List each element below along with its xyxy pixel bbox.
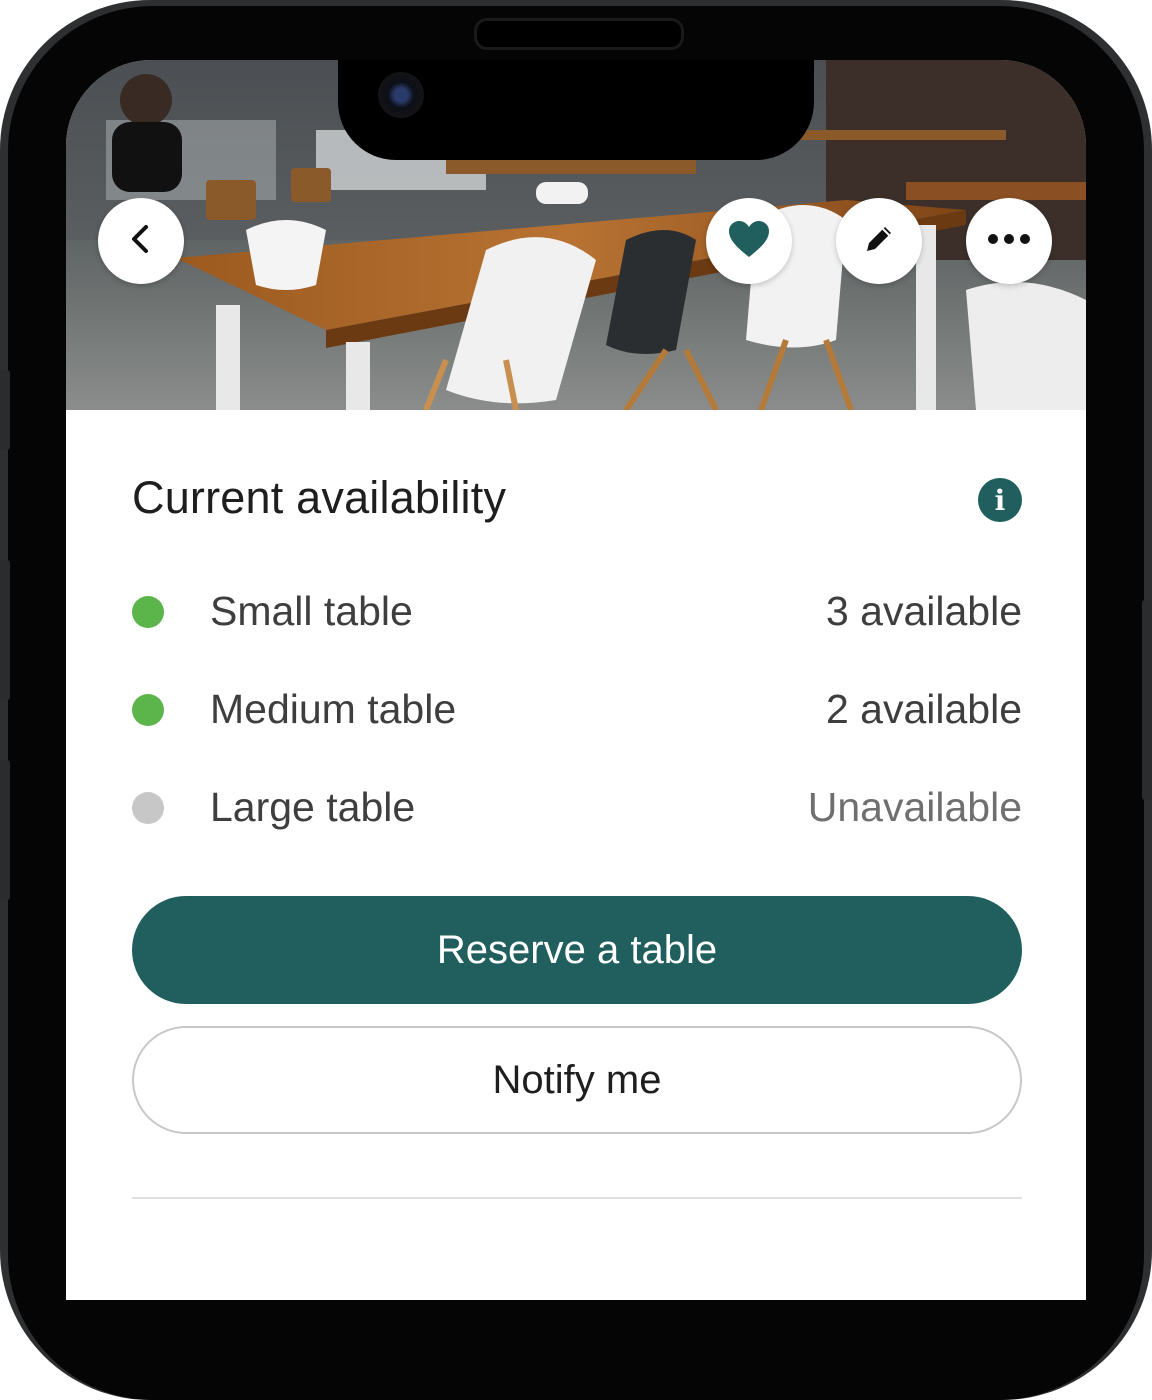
phone-speaker xyxy=(474,18,684,50)
phone-volume-up-button xyxy=(0,560,10,700)
heart-icon xyxy=(727,219,771,264)
favorite-button[interactable] xyxy=(706,198,792,284)
app-screen: Current availability i Small table 3 ava… xyxy=(66,60,1086,1300)
availability-row: Small table 3 available xyxy=(132,582,1022,642)
availability-status: Unavailable xyxy=(807,784,1022,830)
phone-volume-down-button xyxy=(0,760,10,900)
chevron-left-icon xyxy=(123,221,159,262)
table-size-label: Large table xyxy=(210,784,416,830)
edit-button[interactable] xyxy=(836,198,922,284)
status-dot-available xyxy=(132,694,164,726)
front-camera xyxy=(378,72,424,118)
more-horizontal-icon xyxy=(987,232,1031,250)
table-size-label: Small table xyxy=(210,588,413,634)
availability-status: 2 available xyxy=(825,686,1022,732)
availability-row: Large table Unavailable xyxy=(132,778,1022,838)
more-options-button[interactable] xyxy=(966,198,1052,284)
reserve-table-button[interactable]: Reserve a table xyxy=(132,896,1022,1004)
phone-side-button xyxy=(0,370,10,450)
section-divider xyxy=(132,1197,1022,1199)
availability-status: 3 available xyxy=(825,588,1022,634)
status-dot-unavailable xyxy=(132,792,164,824)
pencil-icon xyxy=(862,222,896,261)
status-dot-available xyxy=(132,596,164,628)
availability-row: Medium table 2 available xyxy=(132,680,1022,740)
info-icon[interactable]: i xyxy=(978,478,1022,522)
availability-title: Current availability xyxy=(132,472,507,523)
table-size-label: Medium table xyxy=(210,686,457,732)
phone-power-button xyxy=(1142,600,1152,800)
notify-me-button[interactable]: Notify me xyxy=(132,1026,1022,1134)
back-button[interactable] xyxy=(98,198,184,284)
